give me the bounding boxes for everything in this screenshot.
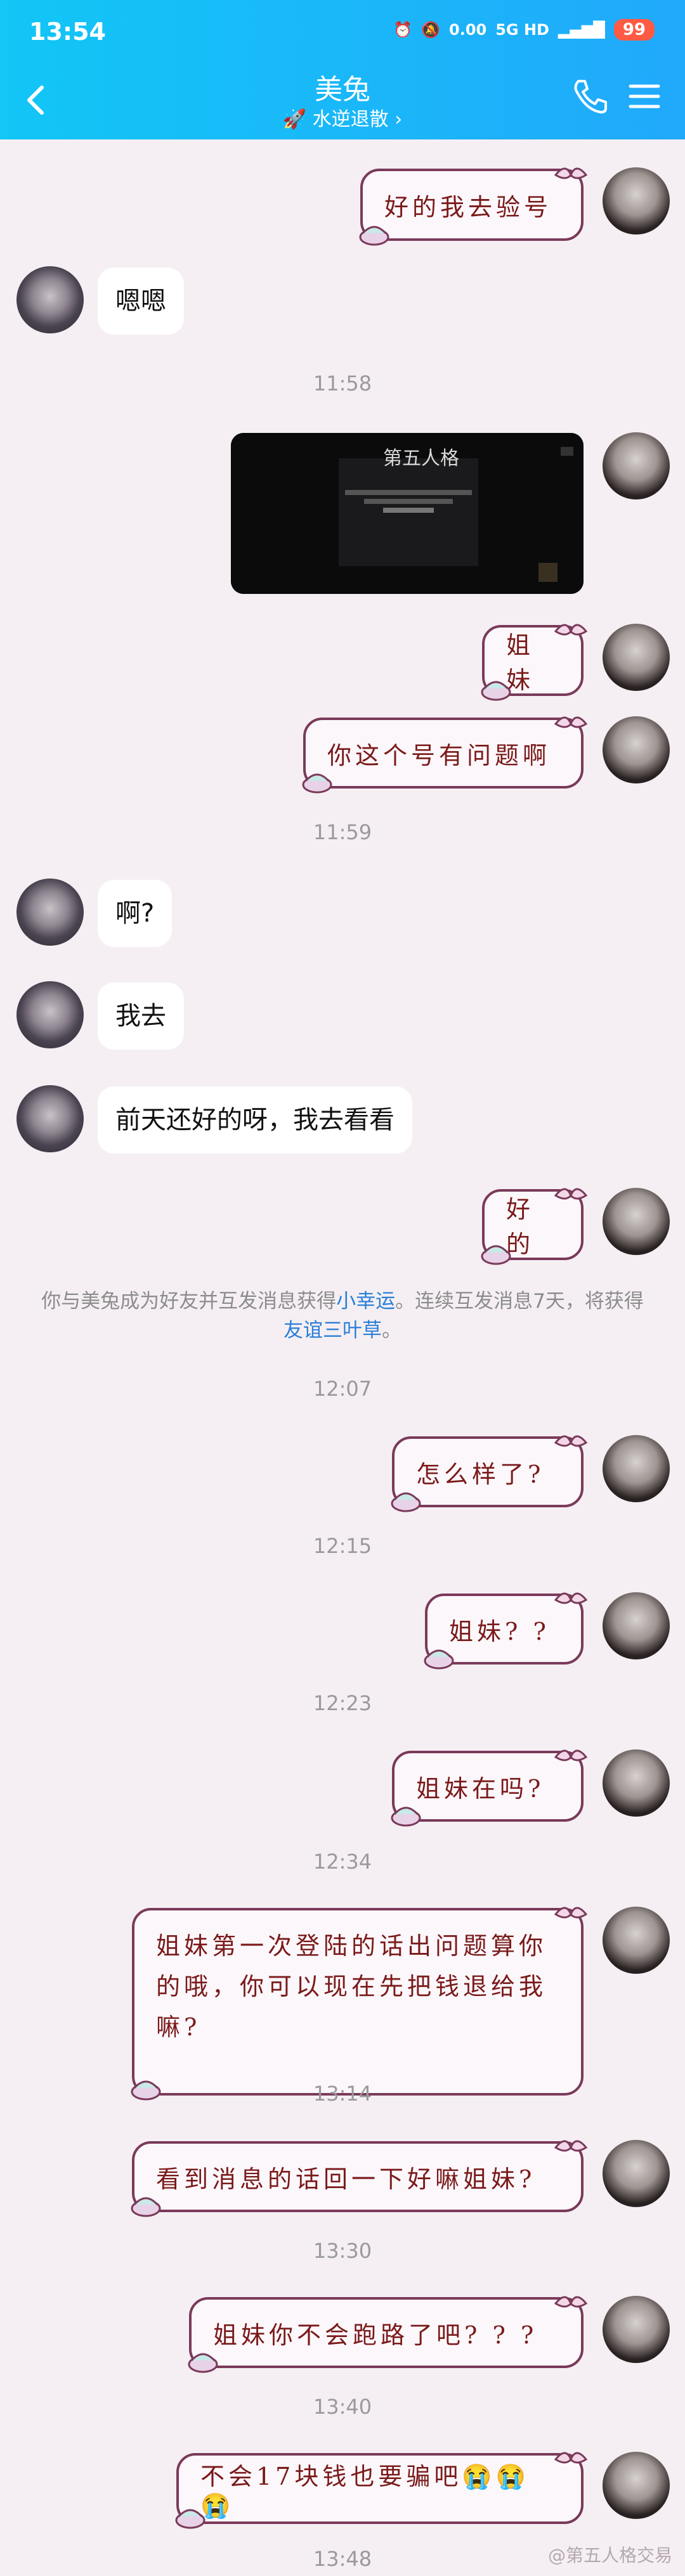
teacup-icon bbox=[424, 1649, 454, 1670]
self-avatar[interactable] bbox=[603, 1749, 670, 1817]
ribbon-icon bbox=[554, 1435, 588, 1447]
status-time: 13:54 bbox=[29, 18, 106, 46]
message-in[interactable]: 嗯嗯 bbox=[98, 267, 184, 335]
timestamp: 13:30 bbox=[313, 2239, 372, 2263]
ribbon-icon bbox=[554, 1188, 588, 1200]
alarm-icon: ⏰ bbox=[393, 21, 413, 39]
message-out[interactable]: 你这个号有问题啊 bbox=[302, 716, 588, 794]
timestamp: 13:40 bbox=[313, 2395, 372, 2419]
ribbon-icon bbox=[554, 2452, 588, 2464]
lucky-link[interactable]: 小幸运 bbox=[336, 1290, 395, 1313]
subtitle-text: 水逆退散 bbox=[312, 108, 389, 131]
message-out[interactable]: 好的 bbox=[481, 1188, 588, 1265]
self-avatar[interactable] bbox=[603, 1188, 670, 1255]
ribbon-icon bbox=[554, 1907, 588, 1919]
network-label: 5G HD bbox=[495, 21, 549, 39]
message-text: 姐妹? ? bbox=[449, 1617, 550, 1645]
self-avatar[interactable] bbox=[603, 2140, 670, 2207]
message-in[interactable]: 我去 bbox=[98, 982, 184, 1050]
ribbon-icon bbox=[554, 2140, 588, 2152]
notice-text: 你与美兔成为好友并互发消息获得 bbox=[41, 1290, 337, 1313]
ribbon-icon bbox=[554, 716, 588, 728]
clover-link[interactable]: 友谊三叶草 bbox=[284, 1319, 382, 1342]
self-avatar[interactable] bbox=[603, 624, 670, 691]
teacup-icon bbox=[175, 2509, 206, 2529]
self-avatar[interactable] bbox=[603, 1435, 670, 1502]
timestamp: 12:07 bbox=[313, 1377, 372, 1401]
notice-text: 。连续互发消息7天，将获得 bbox=[395, 1290, 644, 1313]
ribbon-icon bbox=[554, 1749, 588, 1761]
chat-header: 13:54 ⏰ 🔕 0.00 5G HD ▂▄▆█ 99 美兔 🚀 水逆退散 › bbox=[0, 0, 685, 139]
self-avatar[interactable] bbox=[603, 167, 670, 235]
contact-avatar[interactable] bbox=[16, 879, 84, 946]
contact-avatar[interactable] bbox=[16, 981, 84, 1048]
phone-icon[interactable] bbox=[570, 76, 610, 117]
teacup-icon bbox=[359, 226, 389, 246]
message-text: 看到消息的话回一下好嘛姐妹? bbox=[156, 2165, 536, 2193]
message-text: 不会17块钱也要骗吧😭😭😭 bbox=[200, 2463, 530, 2520]
teacup-icon bbox=[391, 1492, 421, 1512]
message-out[interactable]: 姐妹? ? bbox=[424, 1592, 588, 1670]
signal-icon: ▂▄▆█ bbox=[558, 21, 605, 39]
teacup-icon bbox=[131, 2197, 161, 2217]
watermark: @第五人格交易 bbox=[547, 2545, 672, 2566]
game-logo: 第五人格 bbox=[383, 448, 459, 470]
mute-icon: 🔕 bbox=[421, 21, 440, 39]
ribbon-icon bbox=[554, 2296, 588, 2308]
message-text: 怎么样了? bbox=[416, 1460, 545, 1488]
teacup-icon bbox=[302, 773, 332, 794]
teacup-icon bbox=[188, 2353, 218, 2373]
game-screenshot: 第五人格 bbox=[231, 433, 584, 594]
timestamp: 13:14 bbox=[313, 2082, 372, 2106]
message-out[interactable]: 姐妹你不会跑路了吧? ? ? bbox=[188, 2296, 588, 2373]
message-text: 姐妹第一次登陆的话出问题算你的哦，你可以现在先把钱退给我嘛? bbox=[156, 1932, 547, 2041]
message-text: 姐妹你不会跑路了吧? ? ? bbox=[213, 2321, 538, 2349]
status-icons: ⏰ 🔕 0.00 5G HD ▂▄▆█ 99 bbox=[393, 19, 655, 41]
message-in[interactable]: 前天还好的呀，我去看看 bbox=[98, 1086, 412, 1154]
image-message[interactable]: 第五人格 bbox=[231, 433, 584, 594]
system-notice: 你与美兔成为好友并互发消息获得小幸运。连续互发消息7天，将获得友谊三叶草。 bbox=[38, 1287, 647, 1345]
message-in[interactable]: 啊? bbox=[98, 880, 173, 947]
rocket-icon: 🚀 bbox=[282, 108, 307, 131]
self-avatar[interactable] bbox=[603, 716, 670, 783]
message-out[interactable]: 姐妹 bbox=[481, 624, 588, 701]
timestamp: 11:58 bbox=[313, 371, 372, 396]
teacup-icon bbox=[481, 681, 511, 701]
teacup-icon bbox=[391, 1806, 421, 1827]
ribbon-icon bbox=[554, 167, 588, 179]
battery-indicator: 99 bbox=[613, 19, 655, 41]
timestamp: 12:34 bbox=[313, 1850, 372, 1874]
notice-text: 。 bbox=[382, 1319, 401, 1342]
message-out[interactable]: 不会17块钱也要骗吧😭😭😭 bbox=[175, 2452, 588, 2529]
self-avatar[interactable] bbox=[603, 432, 670, 499]
message-out[interactable]: 怎么样了? bbox=[391, 1435, 588, 1512]
menu-icon[interactable] bbox=[627, 79, 662, 114]
self-avatar[interactable] bbox=[603, 1592, 670, 1659]
message-text: 你这个号有问题啊 bbox=[327, 741, 551, 770]
message-out[interactable]: 姐妹第一次登陆的话出问题算你的哦，你可以现在先把钱退给我嘛? bbox=[131, 1907, 588, 2101]
net-speed: 0.00 bbox=[449, 21, 487, 39]
teacup-icon bbox=[481, 1245, 511, 1265]
self-avatar[interactable] bbox=[603, 1907, 670, 1974]
message-out[interactable]: 看到消息的话回一下好嘛姐妹? bbox=[131, 2140, 588, 2217]
timestamp: 12:15 bbox=[313, 1534, 372, 1558]
contact-avatar[interactable] bbox=[16, 266, 84, 333]
self-avatar[interactable] bbox=[603, 2452, 670, 2519]
message-out[interactable]: 好的我去验号 bbox=[359, 167, 588, 246]
contact-avatar[interactable] bbox=[16, 1085, 84, 1152]
ribbon-icon bbox=[554, 624, 588, 636]
timestamp: 11:59 bbox=[313, 820, 372, 844]
ribbon-icon bbox=[554, 1592, 588, 1604]
message-text: 好的我去验号 bbox=[384, 193, 552, 221]
message-out[interactable]: 姐妹在吗? bbox=[391, 1749, 588, 1827]
timestamp: 12:23 bbox=[313, 1691, 372, 1715]
self-avatar[interactable] bbox=[603, 2296, 670, 2363]
status-bar: 13:54 ⏰ 🔕 0.00 5G HD ▂▄▆█ 99 bbox=[0, 0, 685, 57]
message-text: 姐妹在吗? bbox=[416, 1774, 545, 1803]
